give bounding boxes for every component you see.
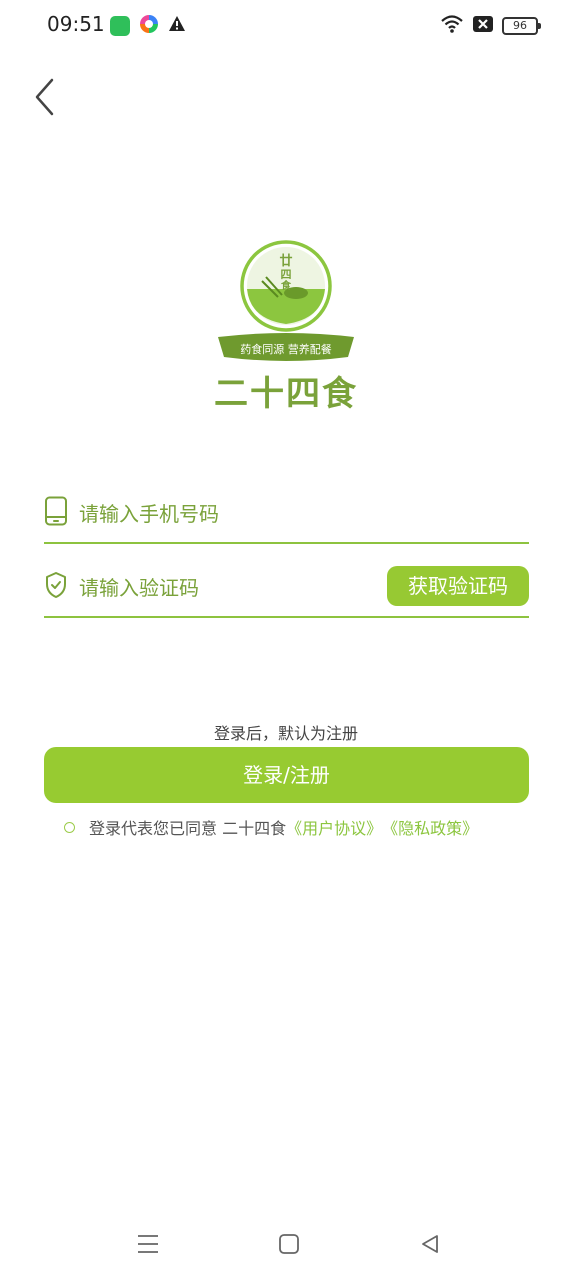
- menu-nav-button[interactable]: [136, 1232, 160, 1256]
- app-green-icon: [110, 16, 130, 36]
- code-placeholder: 请输入验证码: [79, 576, 199, 600]
- brand-name: 二十四食: [214, 374, 358, 414]
- chevron-left-icon: [35, 78, 54, 116]
- user-agreement-link[interactable]: 《用户协议》: [286, 815, 382, 839]
- home-icon: [279, 1234, 299, 1254]
- svg-text:廿: 廿: [279, 253, 292, 269]
- notification-icons: [110, 14, 186, 38]
- system-icons: 96: [440, 14, 541, 38]
- shield-check-icon: [46, 572, 66, 598]
- phone-placeholder: 请输入手机号码: [79, 502, 219, 526]
- get-code-button[interactable]: 获取验证码: [387, 566, 529, 606]
- agree-radio[interactable]: [64, 821, 75, 833]
- svg-text:药食同源 营养配餐: 药食同源 营养配餐: [240, 342, 332, 356]
- battery-icon: 96: [502, 17, 541, 35]
- svg-text:食: 食: [280, 279, 292, 292]
- status-bar: 09:51 96: [0, 0, 572, 52]
- agreement-text: 登录代表您已同意 二十四食: [89, 819, 287, 838]
- login-register-button[interactable]: 登录/注册: [44, 747, 529, 803]
- privacy-policy-link[interactable]: 《隐私政策》: [382, 815, 478, 839]
- back-triangle-icon: [422, 1235, 438, 1253]
- register-hint: 登录后，默认为注册: [213, 724, 358, 743]
- app-colorful-icon: [139, 14, 159, 38]
- wifi-icon: [440, 14, 464, 38]
- warning-icon: [168, 15, 186, 37]
- verification-code-field[interactable]: 请输入验证码 获取验证码: [44, 558, 529, 618]
- signal-off-icon: [472, 15, 494, 37]
- agreement-row: 登录代表您已同意 二十四食 《用户协议》 《隐私政策》: [64, 815, 478, 839]
- menu-icon: [138, 1235, 158, 1253]
- back-nav-button[interactable]: [418, 1232, 442, 1256]
- navigation-bar: [0, 1220, 572, 1270]
- home-nav-button[interactable]: [277, 1232, 301, 1256]
- status-time: 09:51: [47, 12, 105, 36]
- svg-text:四: 四: [281, 268, 292, 281]
- phone-icon: [45, 496, 67, 526]
- back-button[interactable]: [30, 76, 60, 118]
- phone-field[interactable]: 请输入手机号码: [44, 484, 529, 544]
